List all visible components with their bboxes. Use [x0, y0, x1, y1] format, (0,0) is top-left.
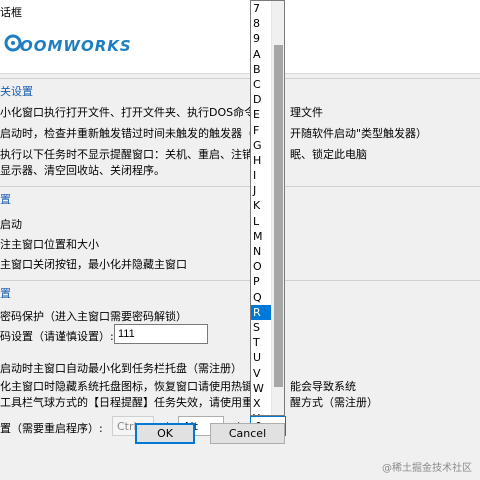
dropdown-option[interactable]: X: [251, 396, 271, 411]
option-start-minimized[interactable]: 启动时主窗口自动最小化到任务栏托盘（需注册）: [0, 360, 242, 376]
dropdown-option[interactable]: I: [251, 168, 271, 183]
hotkey-key-dropdown[interactable]: 7 8 9 A B C D E F G H I J K L M N O P Q …: [250, 0, 285, 416]
dropdown-option-selected[interactable]: R: [251, 304, 271, 320]
window-section-title: 置: [0, 193, 11, 206]
password-input[interactable]: [114, 324, 208, 344]
general-section-title: 关设置: [0, 85, 33, 98]
option-balloon-warning: 工具栏气球方式的【日程提醒】任务失效，请使用重要: [0, 396, 264, 409]
option-check-missed-triggers-tail: 开随软件启动"类型触发器）: [290, 127, 428, 140]
dropdown-option[interactable]: Y: [251, 411, 271, 415]
dropdown-option[interactable]: U: [251, 350, 271, 365]
option-check-missed-triggers[interactable]: 启动时，检查并重新触发错过时间未触发的触发器（不: [0, 125, 264, 141]
dropdown-option[interactable]: 8: [251, 16, 271, 31]
option-close-to-tray[interactable]: 主窗口关闭按钮，最小化并隐藏主窗口: [0, 256, 187, 272]
dropdown-scrollbar[interactable]: [271, 1, 284, 415]
window-title: 话框: [0, 6, 22, 19]
password-label: 码设置（请谨慎设置）:: [0, 330, 114, 343]
dropdown-option[interactable]: F: [251, 123, 271, 138]
dropdown-option[interactable]: M: [251, 229, 271, 244]
dropdown-option[interactable]: D: [251, 92, 271, 107]
dropdown-option[interactable]: P: [251, 274, 271, 289]
cancel-button[interactable]: Cancel: [210, 423, 285, 444]
dropdown-option[interactable]: N: [251, 244, 271, 259]
dropdown-option[interactable]: O: [251, 259, 271, 274]
option-remember-window[interactable]: 注主窗口位置和大小: [0, 236, 99, 252]
dropdown-option[interactable]: E: [251, 107, 271, 122]
dropdown-option[interactable]: 9: [251, 31, 271, 46]
dropdown-option[interactable]: J: [251, 183, 271, 198]
option-hide-tray-icon-tail: 能会导致系统: [290, 380, 356, 393]
security-section-title: 置: [0, 287, 11, 300]
option-minimize-on-open[interactable]: 小化窗口执行打开文件、打开文件夹、执行DOS命令、执: [0, 104, 277, 120]
option-no-reminder-window-line2: 显示器、清空回收站、关闭程序。: [0, 164, 165, 177]
dropdown-option[interactable]: H: [251, 153, 271, 168]
hotkey-ctrl-value: Ctrl: [117, 420, 137, 433]
dropdown-option[interactable]: G: [251, 138, 271, 153]
option-password-protect[interactable]: 密码保护（进入主窗口需要密码解锁）: [0, 308, 187, 324]
dropdown-option[interactable]: K: [251, 198, 271, 213]
option-balloon-warning-tail: 醒方式（需注册）: [290, 396, 378, 409]
app-logo-text: OOMWORKS: [20, 37, 132, 55]
scrollbar-thumb[interactable]: [274, 45, 283, 387]
watermark: @稀土掘金技术社区: [382, 463, 472, 474]
dropdown-option[interactable]: W: [251, 381, 271, 396]
dropdown-option[interactable]: 7: [251, 1, 271, 16]
title-bar: 话框: [0, 0, 480, 22]
dropdown-option[interactable]: C: [251, 77, 271, 92]
option-no-reminder-window-tail: 眠、锁定此电脑: [290, 148, 367, 161]
option-no-reminder-window[interactable]: 执行以下任务时不显示提醒窗口：关机、重启、注销、睡: [0, 146, 275, 162]
dropdown-option[interactable]: S: [251, 320, 271, 335]
dropdown-option[interactable]: Q: [251, 290, 271, 305]
option-minimize-on-open-tail: 理文件: [290, 106, 323, 119]
dropdown-option[interactable]: T: [251, 335, 271, 350]
banner: OOMWORKS: [0, 22, 480, 74]
dropdown-option[interactable]: L: [251, 214, 271, 229]
ok-button[interactable]: OK: [135, 423, 195, 444]
option-autostart[interactable]: 启动: [0, 216, 22, 232]
option-hide-tray-icon[interactable]: 化主窗口时隐藏系统托盘图标，恢复窗口请使用热键。: [0, 378, 264, 394]
dropdown-option[interactable]: V: [251, 366, 271, 381]
hotkey-label: 置（需要重启程序）:: [0, 422, 103, 435]
dropdown-option[interactable]: B: [251, 62, 271, 77]
dropdown-option[interactable]: A: [251, 47, 271, 62]
